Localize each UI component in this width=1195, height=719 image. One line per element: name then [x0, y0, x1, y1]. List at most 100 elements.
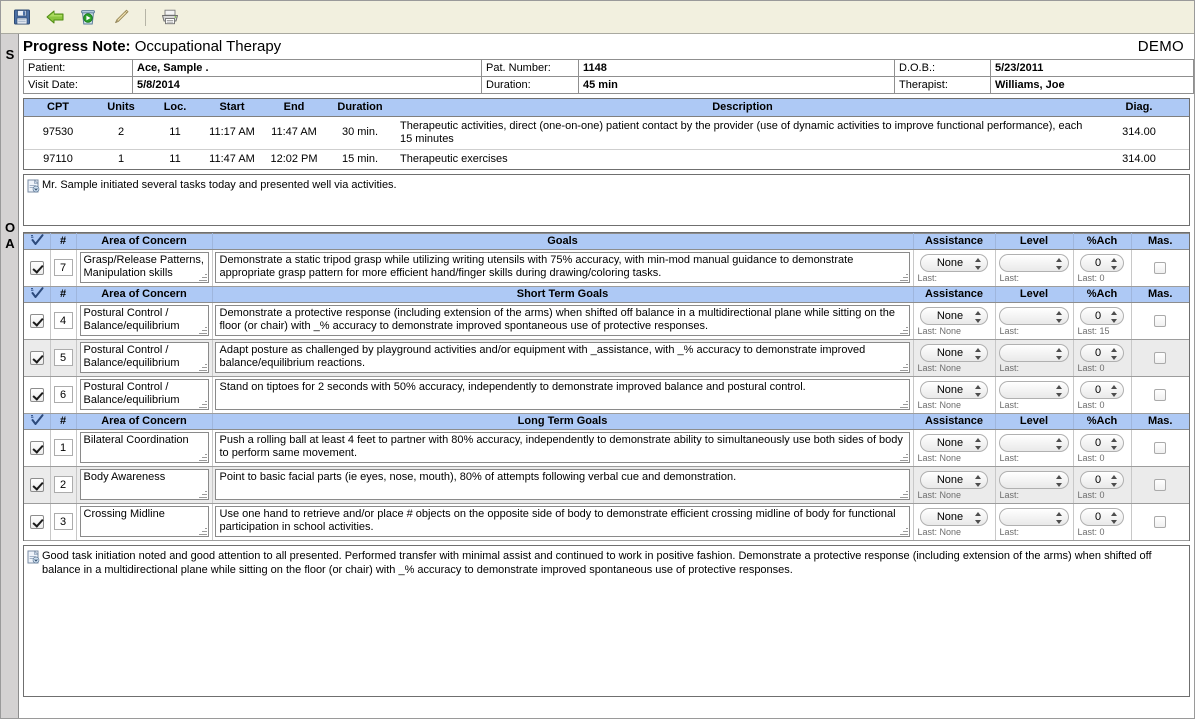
goal-select-checkbox[interactable]	[24, 503, 51, 541]
assessment-note-text[interactable]: Good task initiation noted and good atte…	[42, 548, 1189, 696]
back-arrow-icon[interactable]	[43, 5, 67, 29]
goal-area-cell[interactable]: Grasp/Release Patterns, Manipulation ski…	[76, 249, 213, 287]
goal-row[interactable]: 5 Postural Control / Balance/equilibrium…	[24, 339, 1189, 377]
goal-text-cell[interactable]: Demonstrate a protective response (inclu…	[212, 302, 914, 340]
cpt-row[interactable]: 97110 1 11 11:47 AM 12:02 PM 15 min. The…	[24, 149, 1189, 169]
assistance-select[interactable]: None	[920, 344, 988, 362]
goal-area-cell[interactable]: Postural Control / Balance/equilibrium	[76, 339, 213, 377]
subjective-note-text[interactable]: Mr. Sample initiated several tasks today…	[42, 177, 1189, 225]
mastered-checkbox[interactable]	[1154, 388, 1167, 401]
visit-date-value[interactable]: 5/8/2014	[132, 76, 482, 94]
goal-area-text[interactable]: Postural Control / Balance/equilibrium	[79, 379, 209, 410]
goal-select-checkbox[interactable]	[24, 376, 51, 414]
mastered-cell[interactable]	[1131, 429, 1189, 467]
resize-grip-icon[interactable]	[198, 326, 207, 335]
ach-stepper[interactable]: 0	[1080, 434, 1124, 452]
goal-row[interactable]: 4 Postural Control / Balance/equilibrium…	[24, 302, 1189, 340]
goal-description-text[interactable]: Point to basic facial parts (ie eyes, no…	[214, 469, 910, 500]
cpt-row[interactable]: 97530 2 11 11:17 AM 11:47 AM 30 min. The…	[24, 116, 1189, 150]
duration-value[interactable]: 45 min	[578, 76, 895, 94]
resize-grip-icon[interactable]	[899, 273, 908, 282]
mastered-cell[interactable]	[1131, 503, 1189, 541]
mastered-checkbox[interactable]	[1154, 515, 1167, 528]
goal-row[interactable]: 7 Grasp/Release Patterns, Manipulation s…	[24, 249, 1189, 287]
ach-stepper[interactable]: 0	[1080, 381, 1124, 399]
resize-grip-icon[interactable]	[198, 400, 207, 409]
goal-select-checkbox[interactable]	[24, 466, 51, 504]
resize-grip-icon[interactable]	[198, 453, 207, 462]
resize-grip-icon[interactable]	[899, 453, 908, 462]
ach-stepper[interactable]: 0	[1080, 344, 1124, 362]
goal-area-text[interactable]: Postural Control / Balance/equilibrium	[79, 342, 209, 373]
goal-row[interactable]: 2 Body Awareness Point to basic facial p…	[24, 466, 1189, 504]
check-icon[interactable]	[24, 232, 51, 250]
goal-area-text[interactable]: Postural Control / Balance/equilibrium	[79, 305, 209, 336]
ach-stepper[interactable]: 0	[1080, 508, 1124, 526]
mastered-cell[interactable]	[1131, 376, 1189, 414]
ach-stepper[interactable]: 0	[1080, 307, 1124, 325]
mastered-checkbox[interactable]	[1154, 314, 1167, 327]
mastered-cell[interactable]	[1131, 249, 1189, 287]
assistance-select[interactable]: None	[920, 307, 988, 325]
print-icon[interactable]	[158, 5, 182, 29]
goal-select-checkbox[interactable]	[24, 302, 51, 340]
resize-grip-icon[interactable]	[198, 363, 207, 372]
ach-stepper[interactable]: 0	[1080, 471, 1124, 489]
goal-text-cell[interactable]: Point to basic facial parts (ie eyes, no…	[212, 466, 914, 504]
subjective-note-box[interactable]: Mr. Sample initiated several tasks today…	[23, 173, 1190, 226]
goal-text-cell[interactable]: Stand on tiptoes for 2 seconds with 50% …	[212, 376, 914, 414]
goal-text-cell[interactable]: Use one hand to retrieve and/or place # …	[212, 503, 914, 541]
goal-row[interactable]: 3 Crossing Midline Use one hand to retri…	[24, 503, 1189, 541]
resize-grip-icon[interactable]	[899, 490, 908, 499]
level-select[interactable]	[999, 307, 1069, 325]
assistance-select[interactable]: None	[920, 254, 988, 272]
resize-grip-icon[interactable]	[899, 527, 908, 536]
level-select[interactable]	[999, 508, 1069, 526]
goal-text-cell[interactable]: Push a rolling ball at least 4 feet to p…	[212, 429, 914, 467]
goal-select-checkbox[interactable]	[24, 429, 51, 467]
goal-area-cell[interactable]: Postural Control / Balance/equilibrium	[76, 376, 213, 414]
level-select[interactable]	[999, 344, 1069, 362]
resize-grip-icon[interactable]	[198, 273, 207, 282]
check-icon[interactable]	[24, 412, 51, 430]
dob-value[interactable]: 5/23/2011	[990, 59, 1194, 77]
resize-grip-icon[interactable]	[899, 363, 908, 372]
mastered-cell[interactable]	[1131, 466, 1189, 504]
assessment-note-box[interactable]: Good task initiation noted and good atte…	[23, 544, 1190, 697]
goal-row[interactable]: 6 Postural Control / Balance/equilibrium…	[24, 376, 1189, 414]
goal-area-text[interactable]: Grasp/Release Patterns, Manipulation ski…	[79, 252, 209, 283]
goal-description-text[interactable]: Push a rolling ball at least 4 feet to p…	[214, 432, 910, 463]
assistance-select[interactable]: None	[920, 381, 988, 399]
level-select[interactable]	[999, 381, 1069, 399]
goal-text-cell[interactable]: Adapt posture as challenged by playgroun…	[212, 339, 914, 377]
mastered-checkbox[interactable]	[1154, 261, 1167, 274]
goal-area-cell[interactable]: Body Awareness	[76, 466, 213, 504]
goal-select-checkbox[interactable]	[24, 339, 51, 377]
goal-area-text[interactable]: Body Awareness	[79, 469, 209, 500]
resize-grip-icon[interactable]	[899, 400, 908, 409]
goal-description-text[interactable]: Use one hand to retrieve and/or place # …	[214, 506, 910, 537]
mastered-cell[interactable]	[1131, 302, 1189, 340]
mastered-cell[interactable]	[1131, 339, 1189, 377]
recycle-bin-icon[interactable]	[76, 5, 100, 29]
level-select[interactable]	[999, 434, 1069, 452]
goal-area-cell[interactable]: Bilateral Coordination	[76, 429, 213, 467]
goal-description-text[interactable]: Demonstrate a protective response (inclu…	[214, 305, 910, 336]
goal-row[interactable]: 1 Bilateral Coordination Push a rolling …	[24, 429, 1189, 467]
goal-area-text[interactable]: Bilateral Coordination	[79, 432, 209, 463]
mastered-checkbox[interactable]	[1154, 441, 1167, 454]
edit-pencil-icon[interactable]	[109, 5, 133, 29]
goal-text-cell[interactable]: Demonstrate a static tripod grasp while …	[212, 249, 914, 287]
save-icon[interactable]	[10, 5, 34, 29]
level-select[interactable]	[999, 254, 1069, 272]
resize-grip-icon[interactable]	[198, 527, 207, 536]
check-icon[interactable]	[24, 285, 51, 303]
goal-area-cell[interactable]: Postural Control / Balance/equilibrium	[76, 302, 213, 340]
goal-description-text[interactable]: Stand on tiptoes for 2 seconds with 50% …	[214, 379, 910, 410]
resize-grip-icon[interactable]	[899, 326, 908, 335]
mastered-checkbox[interactable]	[1154, 478, 1167, 491]
goal-description-text[interactable]: Adapt posture as challenged by playgroun…	[214, 342, 910, 373]
assistance-select[interactable]: None	[920, 471, 988, 489]
pat-number-value[interactable]: 1148	[578, 59, 895, 77]
mastered-checkbox[interactable]	[1154, 351, 1167, 364]
